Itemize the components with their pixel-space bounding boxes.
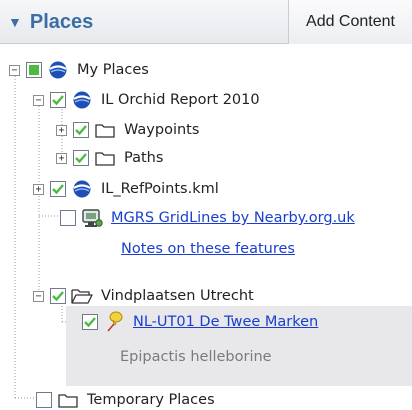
tree-row-temporary: Temporary Places bbox=[36, 386, 215, 410]
tree-row-refpoints: + IL_RefPoints.kml bbox=[33, 175, 219, 203]
temporary-checkbox[interactable] bbox=[36, 392, 52, 408]
my-places-label[interactable]: My Places bbox=[77, 62, 149, 78]
folder-icon bbox=[94, 148, 116, 168]
tree-row-vindplaatsen: − Vindplaatsen Utrecht bbox=[33, 282, 254, 310]
open-folder-icon bbox=[71, 286, 93, 306]
tree-row-mgrs: MGRS GridLines by Nearby.org.uk bbox=[60, 204, 355, 232]
pushpin-icon bbox=[103, 311, 125, 332]
placemark-checkbox[interactable] bbox=[82, 314, 98, 330]
tree-row-waypoints: + Waypoints bbox=[56, 116, 199, 144]
waypoints-label[interactable]: Waypoints bbox=[124, 122, 199, 138]
expand-icon[interactable]: + bbox=[56, 124, 67, 136]
waypoints-checkbox[interactable] bbox=[73, 122, 89, 138]
checkmark-icon bbox=[52, 95, 64, 106]
paths-checkbox[interactable] bbox=[73, 150, 89, 166]
checkmark-icon bbox=[84, 317, 96, 328]
refpoints-label[interactable]: IL_RefPoints.kml bbox=[101, 181, 219, 197]
tree-row-paths: + Paths bbox=[56, 144, 163, 172]
orchid-report-label[interactable]: IL Orchid Report 2010 bbox=[101, 92, 260, 108]
mgrs-link[interactable]: MGRS GridLines by Nearby.org.uk bbox=[111, 210, 355, 226]
vindplaatsen-checkbox[interactable] bbox=[50, 288, 66, 304]
network-link-icon bbox=[81, 208, 103, 228]
expand-icon[interactable]: + bbox=[56, 152, 67, 164]
collapse-icon[interactable]: − bbox=[9, 64, 20, 76]
checkmark-icon bbox=[52, 291, 64, 302]
globe-icon bbox=[47, 60, 69, 80]
notes-link[interactable]: Notes on these features bbox=[121, 241, 295, 257]
temporary-label[interactable]: Temporary Places bbox=[87, 392, 215, 408]
checkmark-icon bbox=[52, 184, 64, 195]
folder-icon bbox=[57, 390, 79, 410]
my-places-checkbox[interactable] bbox=[26, 62, 42, 78]
tree-row-my-places: − My Places bbox=[9, 56, 149, 84]
checkmark-icon bbox=[75, 153, 87, 164]
collapse-icon[interactable]: − bbox=[33, 290, 44, 302]
checkmark-icon bbox=[75, 125, 87, 136]
folder-icon bbox=[94, 120, 116, 140]
mgrs-checkbox[interactable] bbox=[60, 210, 76, 226]
tree-row-orchid-report: − IL Orchid Report 2010 bbox=[33, 86, 260, 114]
tree-row-placemark: NL-UT01 De Twee Marken bbox=[82, 308, 318, 336]
paths-label[interactable]: Paths bbox=[124, 150, 163, 166]
placemark-description: Epipactis helleborine bbox=[120, 349, 272, 365]
collapse-icon[interactable]: − bbox=[33, 94, 44, 106]
refpoints-checkbox[interactable] bbox=[50, 181, 66, 197]
globe-icon bbox=[71, 90, 93, 110]
vindplaatsen-label[interactable]: Vindplaatsen Utrecht bbox=[101, 288, 254, 304]
globe-icon bbox=[71, 179, 93, 199]
expand-icon[interactable]: + bbox=[33, 183, 44, 195]
orchid-report-checkbox[interactable] bbox=[50, 92, 66, 108]
placemark-link[interactable]: NL-UT01 De Twee Marken bbox=[133, 314, 318, 330]
